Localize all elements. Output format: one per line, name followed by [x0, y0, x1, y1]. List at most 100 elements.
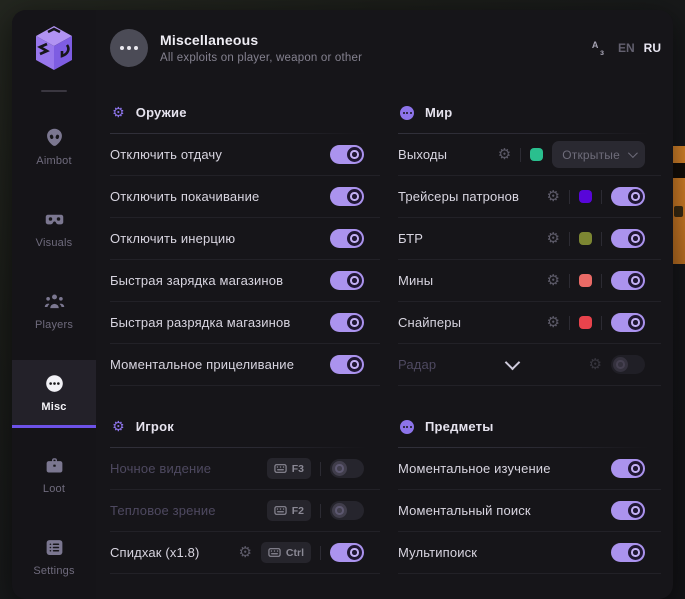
feature-controls: ⚙ Ctrl: [238, 542, 364, 563]
toggle[interactable]: [611, 229, 645, 248]
sidebar-item-players[interactable]: Players: [12, 278, 96, 346]
sidebar-item-loot[interactable]: Loot: [12, 442, 96, 510]
hotkey-badge[interactable]: Ctrl: [261, 542, 311, 563]
toggle[interactable]: [611, 313, 645, 332]
toggle[interactable]: [330, 355, 364, 374]
sidebar: Aimbot Visuals Players Misc Loot Settings: [12, 10, 96, 599]
feature-row: Быстрая зарядка магазинов: [110, 260, 380, 302]
section-title: Оружие: [136, 105, 187, 120]
sidebar-item-label: Loot: [43, 483, 65, 495]
toggle-knob: [347, 273, 362, 288]
toggle[interactable]: [611, 543, 645, 562]
gear-icon[interactable]: ⚙: [547, 315, 560, 330]
feature-row: Трейсеры патронов⚙: [398, 176, 661, 218]
gear-icon[interactable]: ⚙: [547, 231, 560, 246]
dropdown[interactable]: Открытые: [552, 141, 645, 168]
color-swatch[interactable]: [579, 316, 592, 329]
gear-icon[interactable]: ⚙: [547, 189, 560, 204]
control-divider: [569, 232, 570, 246]
people-icon: [44, 291, 65, 312]
briefcase-icon: [44, 455, 65, 476]
section-Оружие: ⚙ОружиеОтключить отдачуОтключить покачив…: [110, 92, 380, 386]
sidebar-item-aimbot[interactable]: Aimbot: [12, 114, 96, 182]
feature-controls: ⚙: [547, 271, 645, 290]
column-right: МирВыходы⚙ОткрытыеТрейсеры патронов⚙БТР⚙…: [398, 86, 661, 574]
feature-label: Отключить инерцию: [110, 231, 235, 246]
toggle[interactable]: [330, 501, 364, 520]
toggle[interactable]: [611, 355, 645, 374]
toggle[interactable]: [330, 145, 364, 164]
control-divider: [520, 148, 521, 162]
sidebar-item-settings[interactable]: Settings: [12, 524, 96, 592]
feature-label: Моментальный поиск: [398, 503, 531, 518]
section-Игрок: ⚙ИгрокНочное видениеF3Тепловое зрениеF2С…: [110, 406, 380, 574]
toggle[interactable]: [611, 271, 645, 290]
toggle-knob: [628, 315, 643, 330]
toggle[interactable]: [611, 501, 645, 520]
feature-row: Спидхак (x1.8)⚙Ctrl: [110, 532, 380, 574]
feature-row: Мультипоиск: [398, 532, 661, 574]
feature-label: Тепловое зрение: [110, 503, 216, 518]
toggle-knob: [347, 147, 362, 162]
feature-controls: [330, 187, 364, 206]
sidebar-item-visuals[interactable]: Visuals: [12, 196, 96, 264]
section-title: Мир: [425, 105, 452, 120]
hotkey-badge[interactable]: F3: [267, 458, 311, 479]
toggle[interactable]: [611, 187, 645, 206]
sg-cube-logo: [31, 24, 77, 74]
content-columns: ⚙ОружиеОтключить отдачуОтключить покачив…: [110, 86, 661, 574]
gear-icon[interactable]: ⚙: [547, 273, 560, 288]
translate-icon: A з: [591, 39, 609, 57]
feature-row: Радар⚙: [398, 344, 661, 386]
language-option-en[interactable]: EN: [618, 41, 635, 55]
feature-row: Отключить отдачу: [110, 134, 380, 176]
feature-row: БТР⚙: [398, 218, 661, 260]
hotkey-label: F2: [292, 505, 304, 517]
page-title: Miscellaneous: [160, 32, 579, 48]
dots-circle-icon: [400, 106, 414, 120]
keyboard-icon: [274, 506, 287, 515]
hotkey-badge[interactable]: F2: [267, 500, 311, 521]
toggle[interactable]: [330, 459, 364, 478]
toggle[interactable]: [330, 187, 364, 206]
color-swatch[interactable]: [579, 190, 592, 203]
cheat-menu-window: Aimbot Visuals Players Misc Loot Settings Mis…: [12, 10, 673, 599]
gear-icon[interactable]: ⚙: [238, 545, 251, 560]
language-switcher: A з EN RU: [591, 39, 661, 57]
feature-row: Снайперы⚙: [398, 302, 661, 344]
toggle[interactable]: [611, 459, 645, 478]
sidebar-item-misc[interactable]: Misc: [12, 360, 96, 428]
feature-row: Мины⚙: [398, 260, 661, 302]
color-swatch[interactable]: [579, 232, 592, 245]
column-left: ⚙ОружиеОтключить отдачуОтключить покачив…: [110, 86, 380, 574]
feature-controls: [330, 355, 364, 374]
control-divider: [601, 316, 602, 330]
color-swatch[interactable]: [579, 274, 592, 287]
toggle[interactable]: [330, 271, 364, 290]
feature-row: Моментальное прицеливание: [110, 344, 380, 386]
control-divider: [569, 190, 570, 204]
toggle[interactable]: [330, 543, 364, 562]
section-header: ⚙ Оружие: [110, 92, 380, 133]
svg-text:A: A: [592, 40, 599, 50]
control-divider: [601, 190, 602, 204]
toggle-knob: [628, 273, 643, 288]
gear-icon[interactable]: ⚙: [498, 147, 511, 162]
gear-icon[interactable]: ⚙: [589, 357, 602, 372]
feature-row: Тепловое зрение F2: [110, 490, 380, 532]
control-divider: [569, 316, 570, 330]
language-option-ru[interactable]: RU: [644, 41, 661, 55]
chevron-down-icon[interactable]: [505, 355, 521, 371]
feature-label: Моментальное прицеливание: [110, 357, 294, 372]
feature-label: Моментальное изучение: [398, 461, 551, 476]
page-header: Miscellaneous All exploits on player, we…: [110, 10, 661, 86]
gear-icon: ⚙: [112, 106, 125, 120]
toggle[interactable]: [330, 313, 364, 332]
control-divider: [320, 504, 321, 518]
toggle-knob: [347, 357, 362, 372]
keyboard-icon: [268, 548, 281, 557]
color-swatch[interactable]: [530, 148, 543, 161]
background-mark: [672, 163, 685, 178]
keyboard-icon: [274, 464, 287, 473]
toggle[interactable]: [330, 229, 364, 248]
